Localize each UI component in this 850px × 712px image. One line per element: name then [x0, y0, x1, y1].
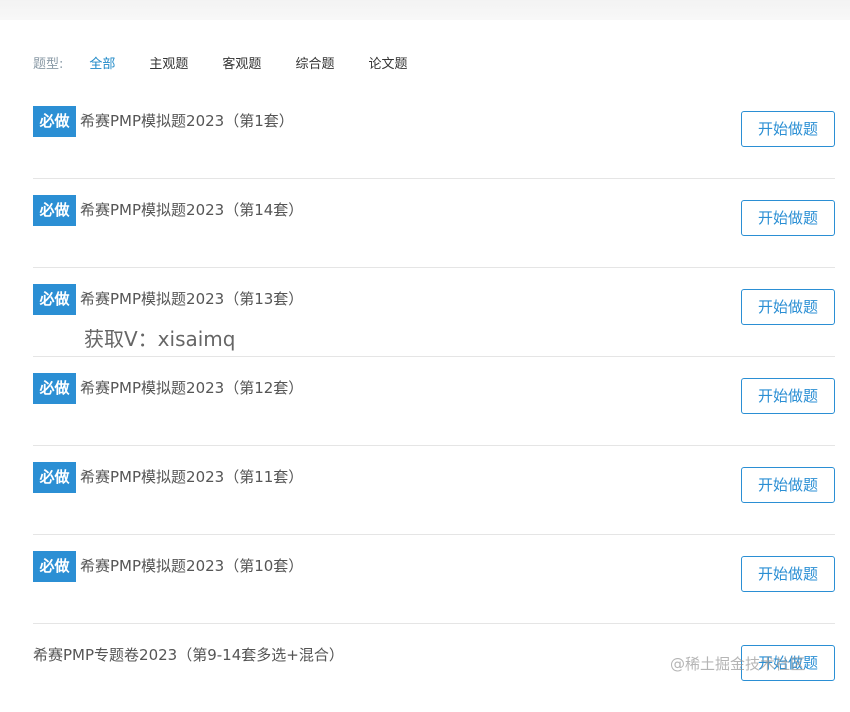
question-type-filter: 题型: 全部 主观题 客观题 综合题 论文题: [33, 52, 441, 72]
required-badge: 必做: [33, 284, 76, 315]
required-badge: 必做: [33, 373, 76, 404]
exam-title[interactable]: 希赛PMP模拟题2023（第13套）: [80, 288, 303, 309]
start-exam-button[interactable]: 开始做题: [741, 111, 835, 147]
required-badge: 必做: [33, 195, 76, 226]
required-badge: 必做: [33, 106, 76, 137]
exam-row: 必做 希赛PMP模拟题2023（第14套） 开始做题: [33, 179, 835, 268]
exam-title[interactable]: 希赛PMP专题卷2023（第9-14套多选+混合）: [33, 644, 344, 665]
contact-overlay-text: 获取V：xisaimq: [84, 327, 236, 351]
exam-row: 必做 希赛PMP模拟题2023（第1套） 开始做题: [33, 90, 835, 179]
filter-option-essay[interactable]: 论文题: [368, 53, 407, 72]
start-exam-button[interactable]: 开始做题: [741, 556, 835, 592]
exam-row: 必做 希赛PMP模拟题2023（第10套） 开始做题: [33, 535, 835, 624]
filter-option-objective[interactable]: 客观题: [222, 53, 261, 72]
start-exam-button[interactable]: 开始做题: [741, 289, 835, 325]
exam-row: 必做 希赛PMP模拟题2023（第12套） 开始做题: [33, 357, 835, 446]
filter-label: 题型:: [33, 56, 64, 72]
filter-option-all[interactable]: 全部: [89, 53, 115, 72]
exam-list: 必做 希赛PMP模拟题2023（第1套） 开始做题 必做 希赛PMP模拟题202…: [33, 90, 835, 712]
filter-option-subjective[interactable]: 主观题: [149, 53, 188, 72]
filter-option-comprehensive[interactable]: 综合题: [295, 53, 334, 72]
required-badge: 必做: [33, 551, 76, 582]
top-bar: [0, 0, 850, 20]
required-badge: 必做: [33, 462, 76, 493]
site-watermark: @稀土掘金技术社区: [670, 655, 806, 673]
exam-title[interactable]: 希赛PMP模拟题2023（第11套）: [80, 466, 303, 487]
start-exam-button[interactable]: 开始做题: [741, 200, 835, 236]
exam-title[interactable]: 希赛PMP模拟题2023（第1套）: [80, 110, 294, 131]
exam-title[interactable]: 希赛PMP模拟题2023（第10套）: [80, 555, 303, 576]
start-exam-button[interactable]: 开始做题: [741, 378, 835, 414]
exam-title[interactable]: 希赛PMP模拟题2023（第12套）: [80, 377, 303, 398]
start-exam-button[interactable]: 开始做题: [741, 467, 835, 503]
exam-row: 必做 希赛PMP模拟题2023（第11套） 开始做题: [33, 446, 835, 535]
exam-title[interactable]: 希赛PMP模拟题2023（第14套）: [80, 199, 303, 220]
